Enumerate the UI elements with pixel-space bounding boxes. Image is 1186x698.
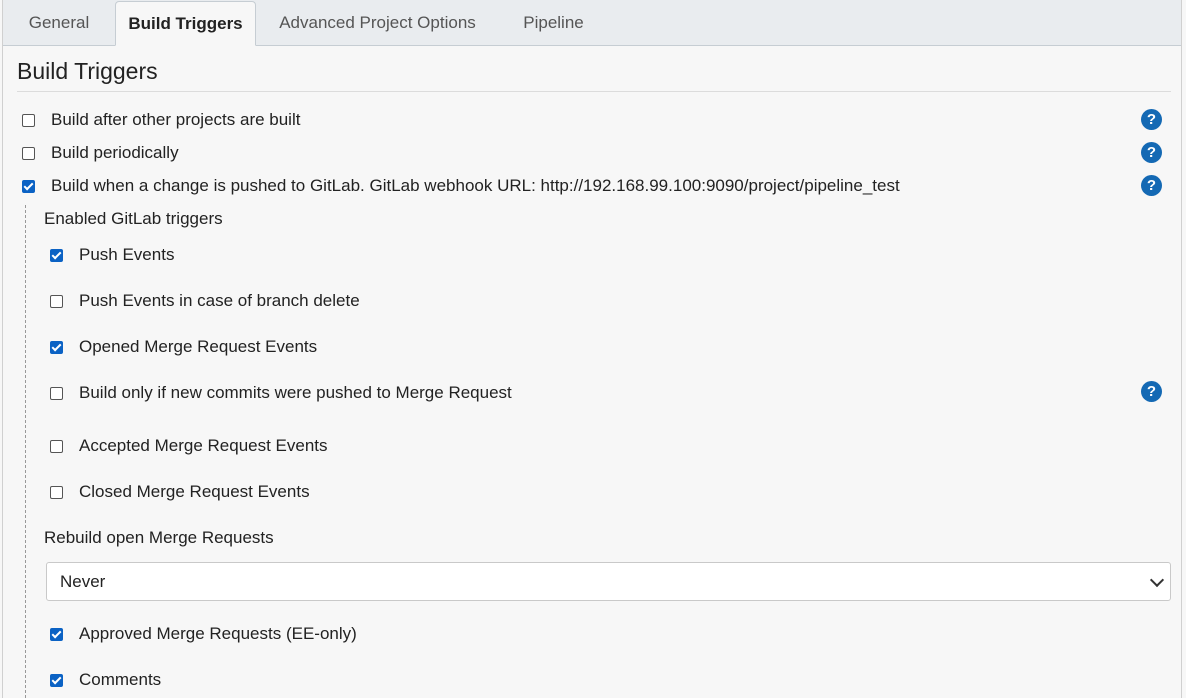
push-events-checkbox[interactable] [50,248,63,262]
chevron-down-icon [1149,572,1165,588]
option-label: Closed Merge Request Events [79,482,310,501]
help-icon[interactable]: ? [1141,109,1162,130]
closed-merge-request-checkbox[interactable] [50,485,63,499]
trigger-build-periodically: Build periodically [22,143,179,163]
option-approved-merge-requests: Approved Merge Requests (EE-only) [50,624,357,644]
approved-merge-requests-checkbox[interactable] [50,627,63,641]
nested-section-guide [25,205,26,698]
tab-general[interactable]: General [3,0,115,46]
tab-advanced-project-options[interactable]: Advanced Project Options [265,0,490,46]
comments-checkbox[interactable] [50,673,63,687]
option-opened-merge-request: Opened Merge Request Events [50,337,317,357]
accepted-merge-request-checkbox[interactable] [50,439,63,453]
option-label: Accepted Merge Request Events [79,436,328,455]
option-label: Approved Merge Requests (EE-only) [79,624,357,643]
push-events-branch-delete-checkbox[interactable] [50,294,63,308]
help-icon[interactable]: ? [1141,142,1162,163]
option-comments: Comments [50,670,161,690]
option-closed-merge-request: Closed Merge Request Events [50,482,310,502]
help-icon[interactable]: ? [1141,175,1162,196]
trigger-label: Build periodically [51,143,179,162]
rebuild-open-mr-select[interactable]: Never [46,562,1171,601]
enabled-gitlab-triggers-label: Enabled GitLab triggers [44,209,223,228]
select-value: Never [60,572,106,591]
trigger-label: Build after other projects are built [51,110,301,129]
option-label: Push Events in case of branch delete [79,291,360,310]
option-build-only-new-commits: Build only if new commits were pushed to… [50,383,512,403]
rebuild-open-mr-label: Rebuild open Merge Requests [44,528,274,547]
option-label: Opened Merge Request Events [79,337,318,356]
tab-build-triggers[interactable]: Build Triggers [115,1,256,46]
option-label: Build only if new commits were pushed to… [79,383,512,402]
help-icon[interactable]: ? [1141,381,1162,402]
config-panel: General Build Triggers Advanced Project … [2,0,1182,698]
opened-merge-request-checkbox[interactable] [50,340,63,354]
tab-pipeline[interactable]: Pipeline [510,0,597,46]
tab-bar: General Build Triggers Advanced Project … [3,0,1181,46]
build-after-other-projects-checkbox[interactable] [22,113,35,127]
trigger-label: Build when a change is pushed to GitLab.… [51,176,900,195]
trigger-build-on-gitlab-push: Build when a change is pushed to GitLab.… [22,176,900,196]
build-on-gitlab-push-checkbox[interactable] [22,179,35,193]
trigger-build-after-other-projects: Build after other projects are built [22,110,300,130]
build-periodically-checkbox[interactable] [22,146,35,160]
option-push-events-branch-delete: Push Events in case of branch delete [50,291,360,311]
option-label: Comments [79,670,162,689]
option-accepted-merge-request: Accepted Merge Request Events [50,436,328,456]
option-push-events: Push Events [50,245,174,265]
section-title: Build Triggers [17,58,158,84]
section-divider [17,91,1171,92]
option-label: Push Events [79,245,175,264]
build-only-new-commits-checkbox[interactable] [50,386,63,400]
